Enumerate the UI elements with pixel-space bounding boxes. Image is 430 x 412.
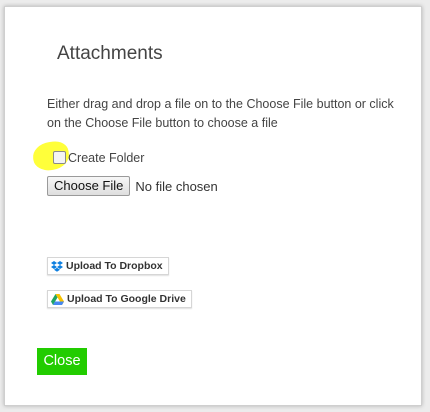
create-folder-row[interactable]: Create Folder [31, 139, 145, 173]
upload-google-drive-button[interactable]: Upload To Google Drive [47, 290, 192, 308]
file-input[interactable]: Choose File No file chosen [47, 176, 218, 196]
upload-dropbox-label: Upload To Dropbox [66, 260, 163, 272]
create-folder-checkbox[interactable] [53, 150, 66, 164]
choose-file-button[interactable]: Choose File [47, 176, 131, 196]
close-button[interactable]: Close [37, 348, 87, 375]
file-status: No file chosen [135, 178, 218, 194]
upload-dropbox-button[interactable]: Upload To Dropbox [47, 257, 169, 275]
create-folder-label: Create Folder [68, 151, 145, 165]
upload-google-drive-label: Upload To Google Drive [67, 293, 186, 305]
dropbox-icon [51, 260, 63, 272]
instructions-text: Either drag and drop a file on to the Ch… [47, 97, 394, 130]
attachments-dialog: Attachments Either drag and drop a file … [4, 6, 422, 406]
dialog-title: Attachments [57, 43, 163, 64]
google-drive-icon [51, 293, 64, 305]
